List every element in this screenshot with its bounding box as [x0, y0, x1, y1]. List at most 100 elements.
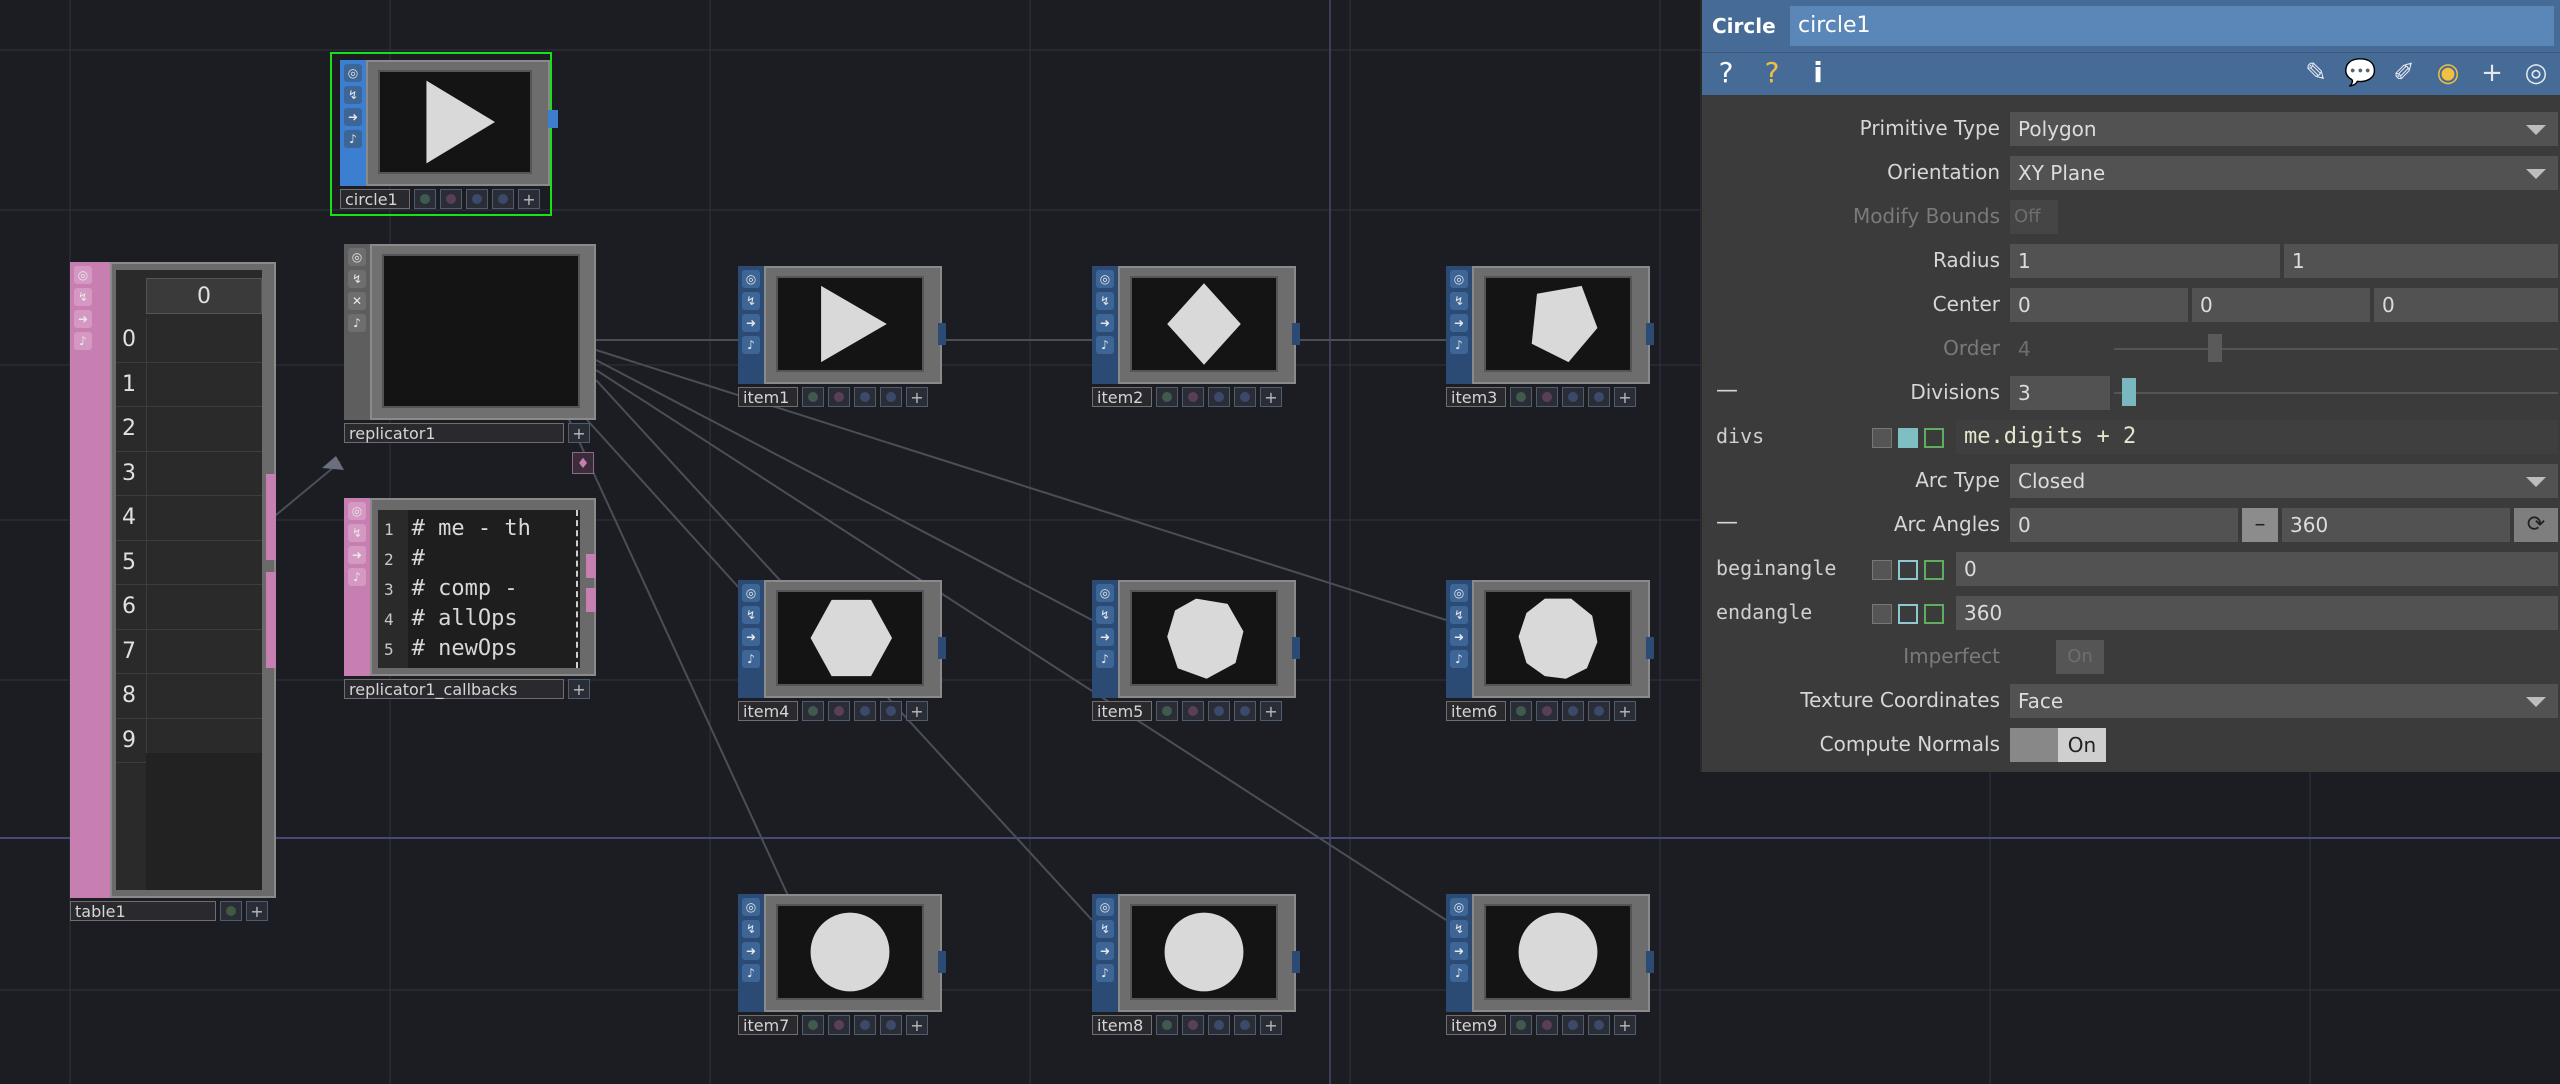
output-connector[interactable] [1292, 322, 1300, 345]
add-icon[interactable]: + [1260, 1015, 1282, 1035]
add-icon[interactable]: + [1614, 1015, 1636, 1035]
divisions-slider-handle[interactable] [2122, 378, 2136, 406]
order-slider-track[interactable] [2114, 348, 2558, 350]
viewer-flag-icon[interactable]: ◎ [742, 584, 760, 602]
render-flag-icon[interactable]: ➜ [1096, 314, 1114, 332]
help-icon[interactable]: ? [1710, 57, 1742, 89]
flag-dot[interactable] [1536, 387, 1558, 407]
flag-dot[interactable] [1156, 387, 1178, 407]
node-table1[interactable]: ◎ ↯ ➜ ♪ 0 0 1 2 3 4 5 6 7 8 9 table1 + [70, 262, 276, 922]
expression-mode-icon[interactable] [1898, 428, 1918, 448]
add-icon[interactable]: + [1260, 387, 1282, 407]
bypass-flag-icon[interactable]: ↯ [344, 86, 362, 104]
viewer-flag-icon[interactable]: ◎ [1450, 898, 1468, 916]
flag-dot[interactable] [1234, 1015, 1256, 1035]
add-icon[interactable]: + [906, 701, 928, 721]
divisions-expression-field[interactable]: me.digits + 2 [1956, 420, 2558, 454]
lock-flag-icon[interactable]: ♪ [1096, 650, 1114, 668]
lock-flag-icon[interactable]: ♪ [348, 314, 366, 332]
pin-icon[interactable]: ♦ [572, 452, 594, 474]
lock-flag-icon[interactable]: ♪ [1450, 336, 1468, 354]
cycle-icon[interactable]: ⟳ [2514, 508, 2558, 542]
render-flag-icon[interactable]: ➜ [1450, 314, 1468, 332]
render-flag-icon[interactable]: ➜ [74, 310, 92, 328]
flag-dot[interactable] [1182, 701, 1204, 721]
flag-dot[interactable] [880, 701, 902, 721]
node-name[interactable]: item3 [1446, 387, 1506, 407]
node-item4[interactable]: ◎ ↯ ➜ ♪ item4 + [738, 580, 946, 722]
expression-mode-icon[interactable] [1898, 604, 1918, 624]
python-help-icon[interactable]: ? [1756, 57, 1788, 89]
node-name[interactable]: circle1 [340, 189, 410, 209]
flag-dot[interactable] [1536, 701, 1558, 721]
node-item6[interactable]: ◎ ↯ ➜ ♪ item6 + [1446, 580, 1654, 722]
bypass-flag-icon[interactable]: ↯ [1450, 920, 1468, 938]
add-icon[interactable]: + [1614, 387, 1636, 407]
output-connector[interactable] [1292, 950, 1300, 973]
export-mode-icon[interactable] [1924, 604, 1944, 624]
flag-dot[interactable] [880, 1015, 902, 1035]
bypass-flag-icon[interactable]: ↯ [742, 606, 760, 624]
minus-icon[interactable]: – [2242, 508, 2278, 542]
flag-dot[interactable] [1208, 1015, 1230, 1035]
render-flag-icon[interactable]: ➜ [1096, 628, 1114, 646]
node-item5[interactable]: ◎ ↯ ➜ ♪ item5 + [1092, 580, 1300, 722]
lock-flag-icon[interactable]: ♪ [742, 964, 760, 982]
comment-icon[interactable]: 💬 [2344, 57, 2376, 89]
center-z-field[interactable]: 0 [2374, 288, 2558, 322]
flag-dot[interactable] [1536, 1015, 1558, 1035]
bypass-flag-icon[interactable]: ↯ [1450, 606, 1468, 624]
divisions-field[interactable]: 3 [2010, 376, 2110, 410]
viewer-flag-icon[interactable]: ◎ [348, 248, 366, 266]
beginangle-field[interactable]: 0 [1956, 552, 2558, 586]
node-name[interactable]: item8 [1092, 1015, 1152, 1035]
node-name[interactable]: item1 [738, 387, 798, 407]
modify-bounds-toggle[interactable]: Off [2010, 200, 2058, 234]
lock-flag-icon[interactable]: ♪ [1096, 964, 1114, 982]
center-y-field[interactable]: 0 [2192, 288, 2370, 322]
clipboard-icon[interactable]: ✐ [2388, 57, 2420, 89]
node-name[interactable]: table1 [70, 901, 216, 921]
flag-dot[interactable] [1234, 387, 1256, 407]
bypass-flag-icon[interactable]: ↯ [1450, 292, 1468, 310]
node-name[interactable]: item2 [1092, 387, 1152, 407]
lock-flag-icon[interactable]: ♪ [742, 650, 760, 668]
node-item3[interactable]: ◎ ↯ ➜ ♪ item3 + [1446, 266, 1654, 408]
render-flag-icon[interactable]: ➜ [742, 942, 760, 960]
output-connector[interactable] [266, 572, 276, 668]
endangle-field[interactable]: 360 [1956, 596, 2558, 630]
texture-coordinates-dropdown[interactable]: Face [2010, 684, 2558, 718]
flag-dot[interactable] [1208, 387, 1230, 407]
render-flag-icon[interactable]: ➜ [742, 314, 760, 332]
render-flag-icon[interactable]: ➜ [742, 628, 760, 646]
lock-flag-icon[interactable]: ♪ [74, 332, 92, 350]
pencil-icon[interactable]: ✎ [2300, 57, 2332, 89]
flag-dot[interactable] [828, 1015, 850, 1035]
node-name[interactable]: replicator1 [344, 423, 564, 443]
flag-dot[interactable] [828, 387, 850, 407]
lock-flag-icon[interactable]: ♪ [1096, 336, 1114, 354]
export-mode-icon[interactable] [1924, 428, 1944, 448]
output-connector[interactable] [938, 322, 946, 345]
viewer-flag-icon[interactable]: ◎ [1096, 898, 1114, 916]
flag-dot[interactable] [1156, 1015, 1178, 1035]
add-icon[interactable]: + [2476, 57, 2508, 89]
render-flag-icon[interactable]: ➜ [348, 546, 366, 564]
viewer-flag-icon[interactable]: ◎ [74, 266, 92, 284]
lock-flag-icon[interactable]: ♪ [1450, 650, 1468, 668]
center-x-field[interactable]: 0 [2010, 288, 2188, 322]
target-icon[interactable]: ◎ [2520, 57, 2552, 89]
node-item2[interactable]: ◎ ↯ ➜ ♪ item2 + [1092, 266, 1300, 408]
bypass-flag-icon[interactable]: ↯ [74, 288, 92, 306]
output-connector[interactable] [1292, 636, 1300, 659]
output-connector[interactable] [586, 554, 596, 578]
flag-dot[interactable] [414, 189, 436, 209]
order-slider-handle[interactable] [2208, 334, 2222, 362]
bypass-flag-icon[interactable]: ↯ [348, 270, 366, 288]
node-circle1[interactable]: ◎ ↯ ➜ ♪ circle1 + [330, 52, 558, 216]
info-icon[interactable]: i [1802, 57, 1834, 89]
output-connector[interactable] [1646, 636, 1654, 659]
flag-dot[interactable] [854, 701, 876, 721]
flag-dot[interactable] [220, 901, 242, 921]
viewer-flag-icon[interactable]: ◎ [742, 898, 760, 916]
